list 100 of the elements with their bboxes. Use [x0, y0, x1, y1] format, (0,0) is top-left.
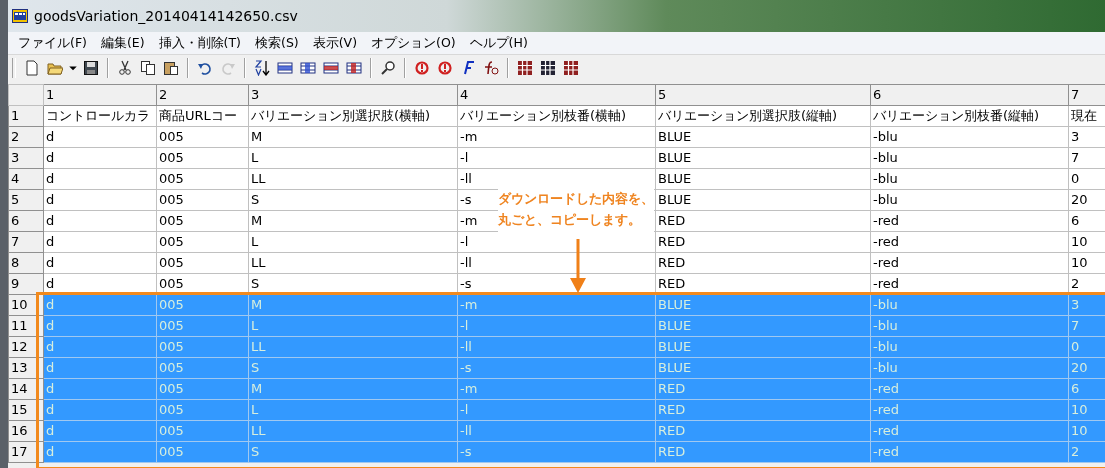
table-cell: 005: [156, 210, 249, 232]
menu-item[interactable]: 検索(S): [249, 34, 305, 52]
table-cell: コントロールカラ: [43, 105, 157, 127]
table-cell: -m: [457, 294, 656, 316]
toolbar-icon: [414, 60, 430, 76]
table-cell: -l: [457, 147, 656, 169]
row-header[interactable]: 1: [8, 105, 44, 127]
search-icon: [380, 60, 396, 76]
menu-item[interactable]: 編集(E): [94, 34, 151, 52]
toolbar-icon: [300, 60, 316, 76]
column-header[interactable]: 3: [248, 84, 458, 106]
toolbar-icon: [47, 60, 63, 76]
table-cell: d: [43, 126, 157, 148]
table-cell: バリエーション別枝番(縦軸): [870, 105, 1069, 127]
table-cell: S: [248, 357, 458, 379]
table-cell: -s: [457, 441, 656, 463]
table-cell: -red: [870, 252, 1069, 274]
table-cell: L: [248, 399, 458, 421]
row-header[interactable]: 6: [8, 210, 44, 232]
toolbar-icon: [220, 60, 236, 76]
menu-item[interactable]: ファイル(F): [12, 34, 93, 52]
table-cell: -red: [870, 378, 1069, 400]
table-cell: 005: [156, 231, 249, 253]
table-cell: -s: [457, 357, 656, 379]
table-cell: d: [43, 273, 157, 295]
toolbar-icon: [83, 60, 99, 76]
app-icon: [12, 8, 28, 24]
table-cell: -blu: [870, 336, 1069, 358]
table-cell: BLUE: [655, 315, 871, 337]
table-cell: S: [248, 189, 458, 211]
table-cell: -blu: [870, 147, 1069, 169]
table-cell: M: [248, 210, 458, 232]
row-header[interactable]: 5: [8, 189, 44, 211]
table-cell: -blu: [870, 126, 1069, 148]
table-cell: -blu: [870, 357, 1069, 379]
column-header[interactable]: 6: [870, 84, 1069, 106]
menu-item[interactable]: オプション(O): [365, 34, 462, 52]
table-cell: L: [248, 231, 458, 253]
table-cell: M: [248, 294, 458, 316]
toolbar-icon: [346, 60, 362, 76]
table-cell: -red: [870, 231, 1069, 253]
table-cell: M: [248, 126, 458, 148]
toolbar-icon: [517, 60, 533, 76]
table-cell: -ll: [457, 420, 656, 442]
table-cell: LL: [248, 420, 458, 442]
table-cell: -m: [457, 378, 656, 400]
table-cell: S: [248, 441, 458, 463]
table-cell: 005: [156, 252, 249, 274]
table-cell: BLUE: [655, 189, 871, 211]
table-cell: -blu: [870, 168, 1069, 190]
row-header[interactable]: 3: [8, 147, 44, 169]
table-cell: 005: [156, 168, 249, 190]
table-cell: L: [248, 315, 458, 337]
window-title: goodsVariation_20140414142650.csv: [34, 8, 298, 24]
table-cell: d: [43, 168, 157, 190]
table-cell: LL: [248, 252, 458, 274]
toolbar-icon: [254, 60, 270, 76]
menu-item[interactable]: 挿入・削除(T): [152, 34, 247, 52]
table-cell: d: [43, 210, 157, 232]
table-cell: RED: [655, 420, 871, 442]
table-cell: d: [43, 189, 157, 211]
column-header[interactable]: 4: [457, 84, 656, 106]
table-cell: 005: [156, 126, 249, 148]
row-header[interactable]: 4: [8, 168, 44, 190]
toolbar-icon: [323, 60, 339, 76]
table-cell: BLUE: [655, 168, 871, 190]
table-cell: -blu: [870, 189, 1069, 211]
table-cell: -l: [457, 399, 656, 421]
menu-item[interactable]: ヘルプ(H): [463, 34, 534, 52]
table-cell: RED: [655, 252, 871, 274]
table-cell: -red: [870, 441, 1069, 463]
table-cell: -l: [457, 315, 656, 337]
toolbar-icon: [140, 60, 156, 76]
table-cell: d: [43, 231, 157, 253]
toolbar-icon: [540, 60, 556, 76]
menu-item[interactable]: 表示(V): [306, 34, 363, 52]
table-cell: -blu: [870, 315, 1069, 337]
table-cell: -red: [870, 420, 1069, 442]
table-cell: -red: [870, 210, 1069, 232]
toolbar-icon: [117, 60, 133, 76]
row-header[interactable]: 2: [8, 126, 44, 148]
table-cell: BLUE: [655, 126, 871, 148]
table-cell: LL: [248, 336, 458, 358]
column-header[interactable]: 5: [655, 84, 871, 106]
row-header[interactable]: 8: [8, 252, 44, 274]
table-cell: -red: [870, 399, 1069, 421]
column-header[interactable]: 1: [43, 84, 157, 106]
column-header[interactable]: 2: [156, 84, 249, 106]
table-cell: L: [248, 147, 458, 169]
row-header[interactable]: 7: [8, 231, 44, 253]
table-cell: RED: [655, 210, 871, 232]
column-header[interactable]: 7: [1068, 84, 1105, 106]
arrow-icon: [570, 239, 586, 293]
table-cell: RED: [655, 399, 871, 421]
toolbar-icon: [277, 60, 293, 76]
table-cell: BLUE: [655, 357, 871, 379]
toolbar-icon: [197, 60, 213, 76]
table-cell: -red: [870, 273, 1069, 295]
callout-text: 丸ごと、コピーします。: [498, 211, 642, 229]
table-cell: BLUE: [655, 294, 871, 316]
